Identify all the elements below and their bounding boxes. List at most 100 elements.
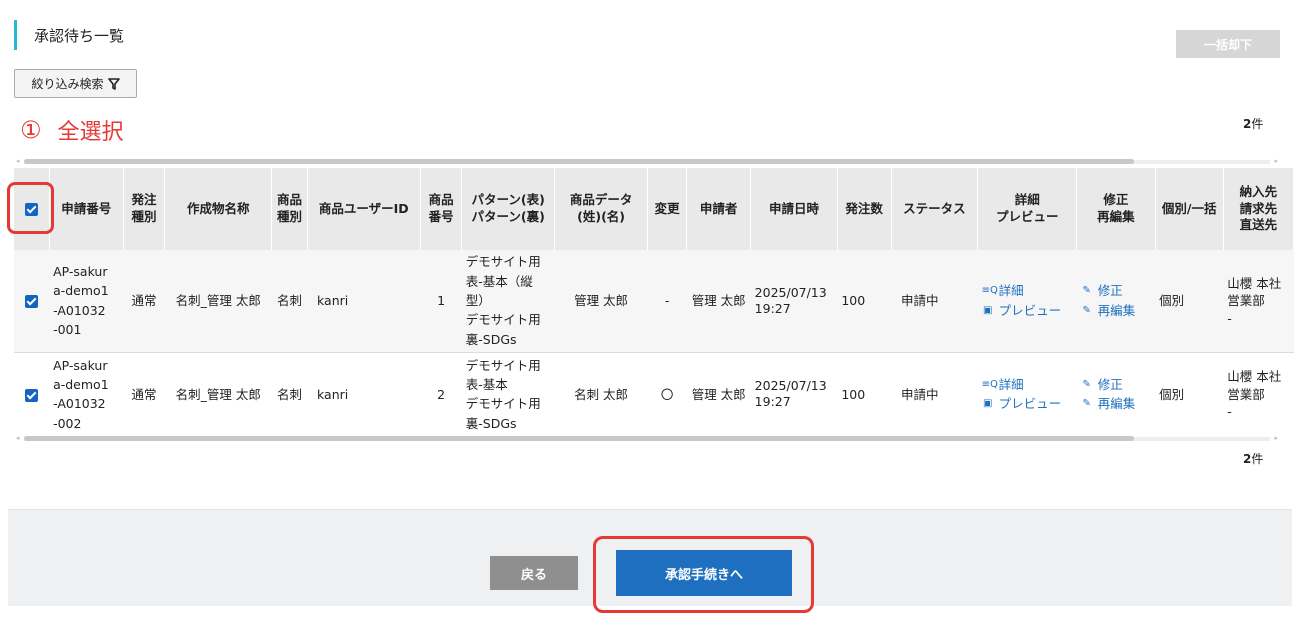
detail-preview-cell: ≡Q 詳細 ▣ プレビュー xyxy=(978,352,1077,436)
edit-icon: ✎ xyxy=(1082,398,1091,410)
header-fix-reedit: 修正 再編集 xyxy=(1076,168,1156,250)
back-button[interactable]: 戻る xyxy=(490,556,578,590)
scroll-right-arrow-icon[interactable]: ▸ xyxy=(1274,434,1278,442)
approve-button-highlight xyxy=(593,536,814,613)
preview-link[interactable]: ▣ プレビュー xyxy=(982,394,1073,413)
page-title: 承認待ち一覧 xyxy=(34,26,125,45)
changed: 〇 xyxy=(660,386,674,402)
horizontal-scrollbar-top[interactable]: ◂ ▸ xyxy=(16,157,1278,165)
status: 申請中 xyxy=(901,293,939,309)
scrollbar-thumb[interactable] xyxy=(24,436,1134,441)
scroll-left-arrow-icon[interactable]: ◂ xyxy=(16,434,20,442)
user-id: kanri xyxy=(317,293,349,309)
filter-icon xyxy=(107,77,120,90)
annotation-select-all: ① 全選択 xyxy=(20,114,124,146)
preview-link[interactable]: ▣ プレビュー xyxy=(982,301,1073,320)
preview-icon: ▣ xyxy=(982,304,993,316)
status: 申請中 xyxy=(901,386,939,402)
reedit-link[interactable]: ✎ 再編集 xyxy=(1081,301,1151,320)
table-header-row: 申請番号 発注 種別 作成物名称 商品 種別 商品ユーザーID 商品 番号 パタ… xyxy=(14,168,1295,250)
header-pattern[interactable]: パターン(表) パターン(裏) xyxy=(461,168,556,250)
delivery: 山櫻 本社 営業部 - xyxy=(1227,369,1282,419)
scroll-left-arrow-icon[interactable]: ◂ xyxy=(16,157,20,165)
fix-label: 修正 xyxy=(1097,376,1123,392)
result-count-unit: 件 xyxy=(1251,452,1264,466)
result-count-bottom: 2件 xyxy=(1243,450,1263,467)
application-no: AP-sakur a-demo1 -A01032 -002 xyxy=(53,357,109,431)
fix-label: 修正 xyxy=(1097,283,1123,299)
detail-link[interactable]: ≡Q 詳細 xyxy=(982,281,1073,300)
preview-label: プレビュー xyxy=(998,302,1062,318)
applicant: 管理 太郎 xyxy=(691,386,746,402)
changed: - xyxy=(664,293,670,309)
annotation-number: ① xyxy=(20,116,42,144)
detail-preview-cell: ≡Q 詳細 ▣ プレビュー xyxy=(978,250,1077,352)
pattern: デモサイト用 表-基本（縦 型） デモサイト用 裏-SDGs xyxy=(465,254,541,347)
fix-link[interactable]: ✎ 修正 xyxy=(1081,375,1151,394)
bulk-reject-button[interactable]: 一括却下 xyxy=(1176,30,1280,58)
detail-link[interactable]: ≡Q 詳細 xyxy=(982,375,1073,394)
header-status[interactable]: ステータス xyxy=(891,168,979,250)
edit-icon: ✎ xyxy=(1082,285,1091,297)
header-delivery[interactable]: 納入先 請求先 直送先 xyxy=(1223,168,1295,250)
header-order-type[interactable]: 発注 種別 xyxy=(123,168,166,250)
detail-label: 詳細 xyxy=(998,376,1024,392)
product-type: 名刺 xyxy=(276,293,302,309)
header-product-data[interactable]: 商品データ (姓)(名) xyxy=(554,168,648,250)
individual-bulk: 個別 xyxy=(1159,386,1185,402)
header-product-no[interactable]: 商品 番号 xyxy=(420,168,463,250)
detail-search-icon: ≡Q xyxy=(981,378,998,390)
header-product-name[interactable]: 作成物名称 xyxy=(164,168,273,250)
product-type: 名刺 xyxy=(276,386,302,402)
order-type: 通常 xyxy=(131,293,157,309)
quantity: 100 xyxy=(841,293,866,309)
approval-table: 申請番号 発注 種別 作成物名称 商品 種別 商品ユーザーID 商品 番号 パタ… xyxy=(14,168,1295,436)
product-no: 1 xyxy=(437,293,446,309)
scroll-right-arrow-icon[interactable]: ▸ xyxy=(1274,157,1278,165)
fix-reedit-cell: ✎ 修正 ✎ 再編集 xyxy=(1077,352,1155,436)
pattern: デモサイト用 表-基本 デモサイト用 裏-SDGs xyxy=(465,357,541,431)
user-id: kanri xyxy=(317,386,349,402)
page-header: 承認待ち一覧 xyxy=(14,20,124,50)
header-individual-bulk[interactable]: 個別/一括 xyxy=(1155,168,1224,250)
header-application-no[interactable]: 申請番号 xyxy=(49,168,124,250)
header-applied-at[interactable]: 申請日時 xyxy=(750,168,838,250)
select-all-highlight xyxy=(7,182,54,234)
filter-search-button[interactable]: 絞り込み検索 xyxy=(14,69,137,98)
quantity: 100 xyxy=(841,386,866,402)
edit-icon: ✎ xyxy=(1082,378,1091,390)
title-accent-bar xyxy=(14,20,17,50)
header-user-id[interactable]: 商品ユーザーID xyxy=(307,168,422,250)
header-quantity[interactable]: 発注数 xyxy=(837,168,892,250)
applicant: 管理 太郎 xyxy=(691,293,746,309)
product-data: 管理 太郎 xyxy=(574,293,629,309)
header-product-type[interactable]: 商品 種別 xyxy=(271,168,308,250)
fix-reedit-cell: ✎ 修正 ✎ 再編集 xyxy=(1077,250,1155,352)
reedit-label: 再編集 xyxy=(1097,302,1136,318)
product-name: 名刺_管理 太郎 xyxy=(175,293,261,309)
applied-at: 2025/07/13 19:27 xyxy=(754,378,827,410)
order-type: 通常 xyxy=(131,386,157,402)
product-name: 名刺_管理 太郎 xyxy=(175,386,261,402)
product-data: 名刺 太郎 xyxy=(574,386,629,402)
delivery: 山櫻 本社 営業部 - xyxy=(1227,275,1282,326)
header-changed[interactable]: 変更 xyxy=(647,168,688,250)
preview-label: プレビュー xyxy=(998,396,1062,412)
table-row: AP-sakur a-demo1 -A01032 -002 通常 名刺_管理 太… xyxy=(14,352,1294,436)
application-no: AP-sakur a-demo1 -A01032 -001 xyxy=(53,264,109,338)
detail-search-icon: ≡Q xyxy=(981,285,998,297)
reedit-link[interactable]: ✎ 再編集 xyxy=(1081,394,1151,413)
filter-search-label: 絞り込み検索 xyxy=(31,77,104,91)
fix-link[interactable]: ✎ 修正 xyxy=(1081,281,1151,300)
header-applicant[interactable]: 申請者 xyxy=(686,168,752,250)
horizontal-scrollbar-bottom[interactable]: ◂ ▸ xyxy=(16,434,1278,442)
reedit-label: 再編集 xyxy=(1097,396,1136,412)
individual-bulk: 個別 xyxy=(1159,293,1185,309)
row-checkbox[interactable] xyxy=(25,295,39,309)
detail-label: 詳細 xyxy=(998,283,1024,299)
result-count-top: 2件 xyxy=(1243,115,1263,132)
scrollbar-thumb[interactable] xyxy=(24,159,1134,164)
applied-at: 2025/07/13 19:27 xyxy=(754,284,827,316)
preview-icon: ▣ xyxy=(982,398,993,410)
row-checkbox[interactable] xyxy=(25,388,39,402)
